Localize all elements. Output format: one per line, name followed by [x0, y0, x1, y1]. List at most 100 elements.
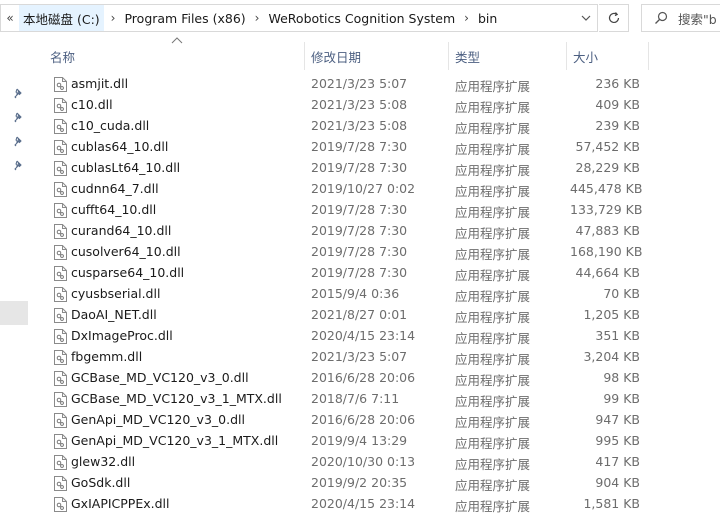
file-date: 2019/7/28 7:30 — [311, 265, 408, 280]
file-date: 2015/9/4 0:36 — [311, 286, 400, 301]
file-size: 417 KB — [595, 454, 640, 469]
dll-file-icon — [54, 182, 67, 197]
file-size: 98 KB — [603, 370, 640, 385]
file-type: 应用程序扩展 — [455, 247, 531, 262]
file-row[interactable]: GenApi_MD_VC120_v3_1_MTX.dll 2019/9/4 13:… — [34, 431, 720, 452]
chevron-right-icon[interactable]: › — [104, 11, 123, 25]
search-icon — [655, 11, 668, 24]
chevron-down-icon — [581, 15, 591, 21]
file-row[interactable]: GCBase_MD_VC120_v3_0.dll 2016/6/28 20:06 应… — [34, 368, 720, 389]
breadcrumb-drive[interactable]: 本地磁盘 (C:) — [19, 5, 104, 31]
file-size: 1,205 KB — [583, 307, 640, 322]
file-size: 44,664 KB — [575, 265, 640, 280]
address-bar[interactable]: « 本地磁盘 (C:) › Program Files (x86) › WeRo… — [0, 4, 598, 32]
file-row[interactable]: glew32.dll 2020/10/30 0:13 应用程序扩展 417 KB — [34, 452, 720, 473]
breadcrumb-program-files[interactable]: Program Files (x86) — [122, 5, 247, 31]
breadcrumb-werobotics[interactable]: WeRobotics Cognition System — [266, 5, 457, 31]
file-type: 应用程序扩展 — [455, 163, 531, 178]
file-type: 应用程序扩展 — [455, 142, 531, 157]
file-name: GCBase_MD_VC120_v3_1_MTX.dll — [71, 391, 282, 406]
refresh-button[interactable] — [599, 4, 629, 32]
file-row[interactable]: DxImageProc.dll 2020/4/15 23:14 应用程序扩展 351 … — [34, 326, 720, 347]
file-type: 应用程序扩展 — [455, 331, 531, 346]
file-date: 2021/8/27 0:01 — [311, 307, 408, 322]
search-placeholder: 搜索"b — [678, 11, 717, 27]
file-row[interactable]: c10.dll 2021/3/23 5:08 应用程序扩展 409 KB — [34, 95, 720, 116]
column-size[interactable]: 大小 — [573, 44, 598, 68]
file-type: 应用程序扩展 — [455, 436, 531, 451]
file-date: 2019/9/4 13:29 — [311, 433, 408, 448]
chevron-right-icon[interactable]: › — [248, 11, 267, 25]
file-size: 99 KB — [603, 391, 640, 406]
file-size: 409 KB — [595, 97, 640, 112]
file-date: 2020/10/30 0:13 — [311, 454, 416, 469]
column-divider[interactable] — [448, 42, 449, 70]
file-row[interactable]: GCBase_MD_VC120_v3_1_MTX.dll 2018/7/6 7:1… — [34, 389, 720, 410]
file-row[interactable]: asmjit.dll 2021/3/23 5:07 应用程序扩展 236 KB — [34, 74, 720, 95]
file-date: 2021/3/23 5:08 — [311, 97, 408, 112]
file-type: 应用程序扩展 — [455, 184, 531, 199]
column-type[interactable]: 类型 — [455, 44, 480, 68]
file-size: 351 KB — [595, 328, 640, 343]
file-row[interactable]: cufft64_10.dll 2019/7/28 7:30 应用程序扩展 133,72… — [34, 200, 720, 221]
file-row[interactable]: cyusbserial.dll 2015/9/4 0:36 应用程序扩展 70 KB — [34, 284, 720, 305]
file-date: 2021/3/23 5:08 — [311, 118, 408, 133]
file-date: 2019/7/28 7:30 — [311, 160, 408, 175]
file-date: 2019/7/28 7:30 — [311, 244, 408, 259]
file-row[interactable]: cublasLt64_10.dll 2019/7/28 7:30 应用程序扩展 28,… — [34, 158, 720, 179]
file-size: 3,204 KB — [583, 349, 640, 364]
file-type: 应用程序扩展 — [455, 373, 531, 388]
column-date[interactable]: 修改日期 — [311, 44, 361, 68]
file-row[interactable]: fbgemm.dll 2021/3/23 5:07 应用程序扩展 3,204 KB — [34, 347, 720, 368]
dll-file-icon — [54, 287, 67, 302]
column-name[interactable]: 名称 — [50, 44, 75, 68]
nav-selected-item[interactable] — [0, 301, 28, 325]
dll-file-icon — [54, 203, 67, 218]
column-divider[interactable] — [566, 42, 567, 70]
address-bar-row: « 本地磁盘 (C:) › Program Files (x86) › WeRo… — [0, 0, 720, 36]
pin-icon[interactable] — [13, 88, 25, 100]
file-type: 应用程序扩展 — [455, 352, 531, 367]
file-row[interactable]: GenApi_MD_VC120_v3_0.dll 2016/6/28 20:06 应… — [34, 410, 720, 431]
dll-file-icon — [54, 77, 67, 92]
file-name: c10.dll — [71, 97, 113, 112]
sort-ascending-icon — [171, 37, 183, 44]
file-size: 70 KB — [603, 286, 640, 301]
file-date: 2019/7/28 7:30 — [311, 202, 408, 217]
pin-icon[interactable] — [13, 112, 25, 124]
file-row[interactable]: cudnn64_7.dll 2019/10/27 0:02 应用程序扩展 445,47… — [34, 179, 720, 200]
file-date: 2016/6/28 20:06 — [311, 370, 416, 385]
more-crumbs-button[interactable]: « — [1, 11, 19, 25]
chevron-right-icon[interactable]: › — [457, 11, 476, 25]
pin-icon[interactable] — [13, 160, 25, 172]
dll-file-icon — [54, 98, 67, 113]
search-input[interactable]: 搜索"b — [641, 4, 720, 32]
file-type: 应用程序扩展 — [455, 226, 531, 241]
address-history-dropdown[interactable] — [575, 5, 597, 31]
file-type: 应用程序扩展 — [455, 394, 531, 409]
dll-file-icon — [54, 329, 67, 344]
file-date: 2019/7/28 7:30 — [311, 139, 408, 154]
file-row[interactable]: GxIAPICPPEx.dll 2020/4/15 23:14 应用程序扩展 1,58… — [34, 494, 720, 515]
pin-icon[interactable] — [13, 136, 25, 148]
column-divider[interactable] — [648, 42, 649, 70]
file-row[interactable]: cusparse64_10.dll 2019/7/28 7:30 应用程序扩展 44,… — [34, 263, 720, 284]
file-size: 133,729 KB — [570, 202, 643, 217]
file-row[interactable]: cublas64_10.dll 2019/7/28 7:30 应用程序扩展 57,45… — [34, 137, 720, 158]
file-row[interactable]: GoSdk.dll 2019/9/2 20:35 应用程序扩展 904 KB — [34, 473, 720, 494]
dll-file-icon — [54, 413, 67, 428]
file-name: cyusbserial.dll — [71, 286, 161, 301]
file-type: 应用程序扩展 — [455, 310, 531, 325]
file-name: GCBase_MD_VC120_v3_0.dll — [71, 370, 249, 385]
column-header: 名称 修改日期 类型 大小 — [34, 36, 720, 72]
file-type: 应用程序扩展 — [455, 499, 531, 514]
file-name: fbgemm.dll — [71, 349, 143, 364]
breadcrumb-bin[interactable]: bin — [476, 5, 499, 31]
column-divider[interactable] — [304, 42, 305, 70]
file-row[interactable]: curand64_10.dll 2019/7/28 7:30 应用程序扩展 47,88… — [34, 221, 720, 242]
file-row[interactable]: DaoAI_NET.dll 2021/8/27 0:01 应用程序扩展 1,205 K… — [34, 305, 720, 326]
file-row[interactable]: cusolver64_10.dll 2019/7/28 7:30 应用程序扩展 168… — [34, 242, 720, 263]
dll-file-icon — [54, 266, 67, 281]
file-name: DxImageProc.dll — [71, 328, 173, 343]
file-row[interactable]: c10_cuda.dll 2021/3/23 5:08 应用程序扩展 239 KB — [34, 116, 720, 137]
